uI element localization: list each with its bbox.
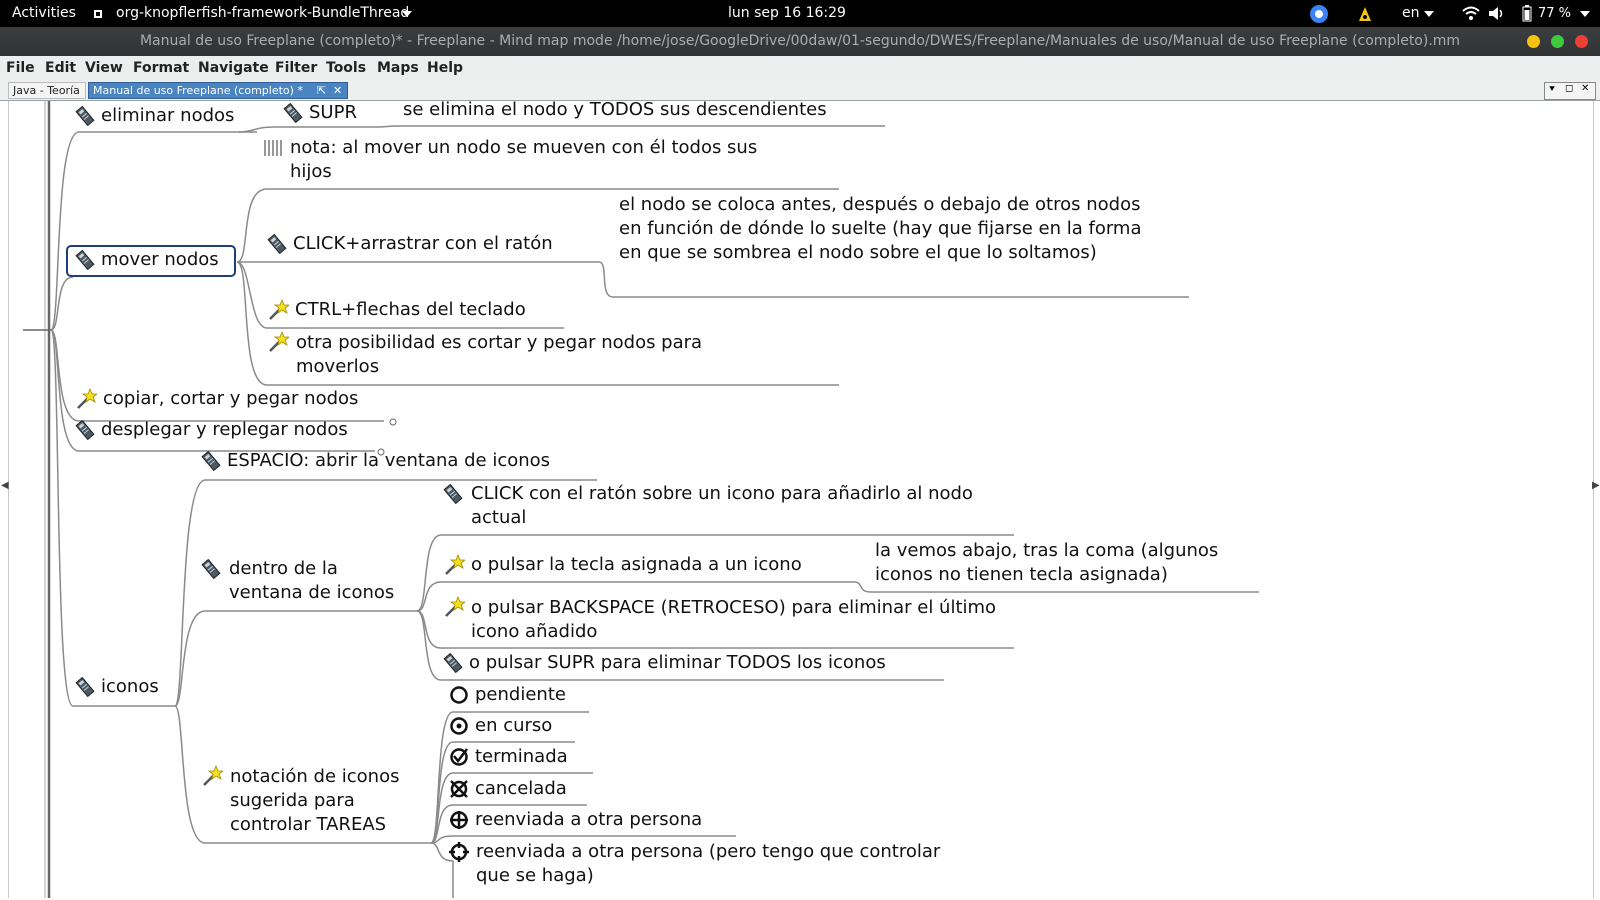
node-backspace[interactable]: o pulsar BACKSPACE (RETROCESO) para elim… [443, 596, 1003, 644]
node-notacion[interactable]: notación de iconos sugerida para control… [201, 765, 421, 837]
volume-icon[interactable] [1488, 6, 1506, 21]
node-desplegar[interactable]: desplegar y replegar nodos [75, 418, 348, 442]
close-button[interactable] [1575, 35, 1588, 48]
cross-circle-icon [450, 780, 468, 798]
battery-icon[interactable] [1522, 5, 1532, 22]
system-top-bar: Activities org-knopflerfish-framework-Bu… [0, 0, 1600, 27]
node-eliminar-nodos[interactable]: eliminar nodos [75, 104, 234, 128]
clipboard-icon [201, 451, 221, 471]
clipboard-icon [443, 653, 463, 673]
menu-tools[interactable]: Tools [326, 60, 366, 76]
clipboard-icon [283, 103, 303, 123]
dot-circle-icon [450, 717, 468, 735]
node-supr-todos[interactable]: o pulsar SUPR para eliminar TODOS los ic… [443, 651, 886, 675]
window-title: Manual de uso Freeplane (completo)* - Fr… [139, 33, 1461, 49]
clipboard-icon [443, 484, 463, 504]
activities-button[interactable]: Activities [12, 5, 76, 21]
node-ctrl-flechas[interactable]: CTRL+flechas del teclado [267, 298, 526, 322]
left-panel-toggle-icon[interactable]: ◀ [1, 480, 9, 491]
clipboard-icon [75, 420, 95, 440]
node-cancelada[interactable]: cancelada [449, 777, 567, 801]
wifi-icon[interactable] [1462, 6, 1480, 21]
right-panel-toggle-icon[interactable]: ▶ [1592, 480, 1600, 491]
magic-wand-icon [269, 331, 289, 352]
tab-list-icon[interactable]: ⯆ [1548, 84, 1556, 95]
chrome-icon[interactable] [1309, 4, 1329, 24]
chevron-down-icon [402, 11, 412, 17]
tab-manual-freeplane[interactable]: Manual de uso Freeplane (completo) * ⇱ ✕ [88, 82, 348, 99]
magic-wand-icon [445, 554, 465, 575]
node-reenviada[interactable]: reenviada a otra persona [449, 808, 702, 832]
node-en-curso[interactable]: en curso [449, 714, 552, 738]
magic-wand-icon [203, 765, 223, 786]
chevron-down-icon[interactable] [1580, 11, 1590, 17]
node-dentro-ventana[interactable]: dentro de la ventana de iconos [201, 557, 411, 605]
menu-bar: File Edit View Format Navigate Filter To… [0, 56, 1600, 81]
magic-wand-icon [445, 596, 465, 617]
barcode-icon [264, 140, 282, 156]
clipboard-icon [267, 234, 287, 254]
language-indicator[interactable]: en [1402, 5, 1420, 21]
check-circle-icon [450, 748, 468, 766]
close-icon[interactable]: ✕ [1581, 83, 1589, 94]
menu-view[interactable]: View [85, 60, 123, 76]
chevron-down-icon [1424, 11, 1434, 17]
node-supr-descripcion[interactable]: se elimina el nodo y TODOS sus descendie… [403, 101, 827, 122]
maximize-button[interactable] [1551, 35, 1564, 48]
menu-file[interactable]: File [6, 60, 35, 76]
map-tab-bar: Java - Teoría Manual de uso Freeplane (c… [0, 81, 1600, 101]
mind-map-canvas[interactable]: eliminar nodos SUPR se elimina el nodo y… [8, 101, 1594, 898]
minimize-button[interactable] [1527, 35, 1540, 48]
node-reenviada-controlar[interactable]: reenviada a otra persona (pero tengo que… [449, 840, 969, 888]
menu-navigate[interactable]: Navigate [198, 60, 269, 76]
node-tecla-descripcion[interactable]: la vemos abajo, tras la coma (algunos ic… [875, 539, 1260, 587]
clock[interactable]: lun sep 16 16:29 [728, 5, 846, 21]
node-terminada[interactable]: terminada [449, 745, 568, 769]
clipboard-icon [75, 106, 95, 126]
node-nota[interactable]: nota: al mover un nodo se mueven con él … [263, 136, 803, 184]
node-copiar[interactable]: copiar, cortar y pegar nodos [75, 387, 358, 411]
menu-help[interactable]: Help [427, 60, 463, 76]
node-mover-nodos[interactable]: mover nodos [75, 248, 219, 272]
crosshair-circle-icon [450, 811, 468, 829]
node-espacio[interactable]: ESPACIO: abrir la ventana de iconos [201, 449, 550, 473]
tab-java-teoria[interactable]: Java - Teoría [8, 82, 86, 99]
app-icon [94, 10, 102, 18]
app-menu-button[interactable]: org-knopflerfish-framework-BundleThread [116, 5, 409, 21]
node-pendiente[interactable]: pendiente [449, 683, 566, 707]
pin-icon[interactable]: ⇱ [317, 83, 326, 99]
tab-controls: ⯆ ◻ ✕ [1544, 82, 1596, 100]
node-click-icono[interactable]: CLICK con el ratón sobre un icono para a… [443, 482, 983, 530]
node-click-arrastrar[interactable]: CLICK+arrastrar con el ratón [267, 232, 553, 256]
notification-icon[interactable] [1356, 4, 1374, 24]
magic-wand-icon [77, 388, 97, 409]
target-icon [449, 842, 469, 862]
menu-filter[interactable]: Filter [275, 60, 317, 76]
window-title-bar[interactable]: Manual de uso Freeplane (completo)* - Fr… [0, 27, 1600, 56]
tab-label: Manual de uso Freeplane (completo) * [93, 84, 303, 97]
battery-percent: 77 % [1538, 6, 1572, 21]
menu-edit[interactable]: Edit [45, 60, 76, 76]
node-click-descripcion[interactable]: el nodo se coloca antes, después o debaj… [619, 193, 1159, 265]
node-cortar-pegar[interactable]: otra posibilidad es cortar y pegar nodos… [267, 331, 737, 379]
magic-wand-icon [269, 299, 289, 320]
close-tab-icon[interactable]: ✕ [333, 83, 342, 99]
clipboard-icon [201, 559, 221, 579]
restore-icon[interactable]: ◻ [1565, 83, 1573, 94]
clipboard-icon [75, 677, 95, 697]
node-pulsar-tecla[interactable]: o pulsar la tecla asignada a un icono [443, 553, 802, 577]
node-supr[interactable]: SUPR [283, 101, 357, 125]
menu-format[interactable]: Format [133, 60, 189, 76]
empty-circle-icon [450, 686, 468, 704]
node-iconos[interactable]: iconos [75, 675, 159, 699]
menu-maps[interactable]: Maps [377, 60, 419, 76]
clipboard-icon [75, 250, 95, 270]
